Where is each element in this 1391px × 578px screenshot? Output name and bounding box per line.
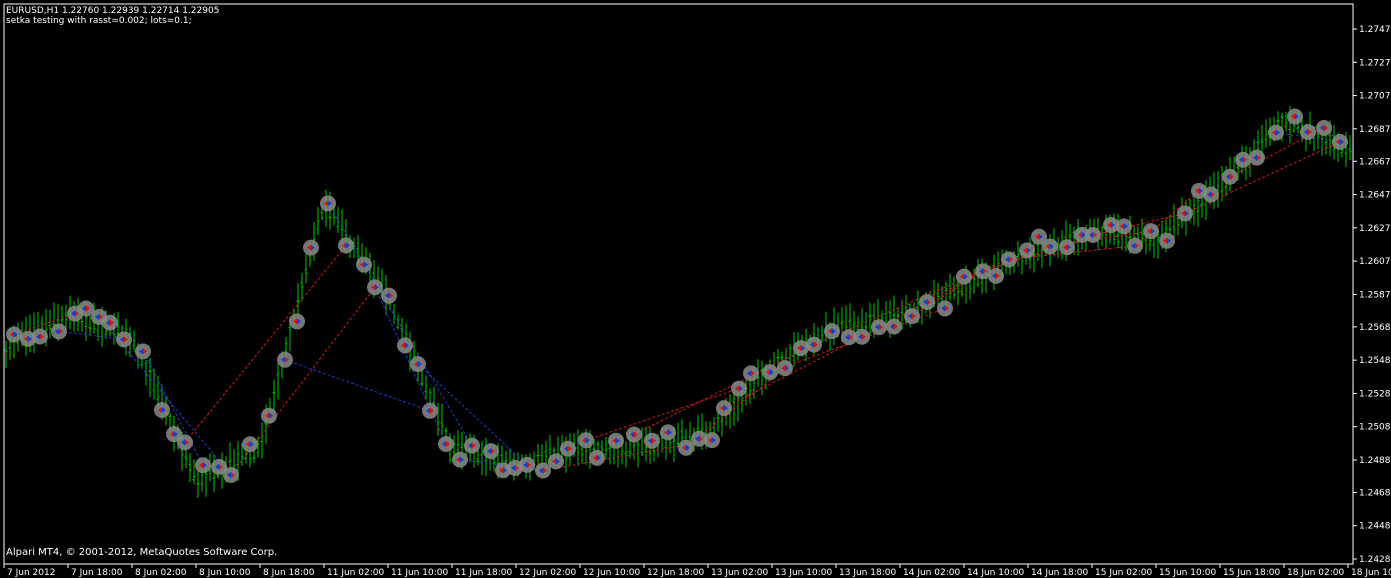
x-tick-label: 11 Jun 02:00 <box>327 568 384 578</box>
x-tick-label: 13 Jun 02:00 <box>711 568 768 578</box>
y-tick-label: 1.24685 <box>1359 488 1391 498</box>
order-link-line <box>633 344 815 435</box>
x-tick-label: 15 Jun 02:00 <box>1095 568 1152 578</box>
x-tick-label: 12 Jun 02:00 <box>519 568 576 578</box>
y-tick-label: 1.26075 <box>1359 257 1391 267</box>
x-tick-label: 12 Jun 18:00 <box>647 568 704 578</box>
x-tick-label: 14 Jun 02:00 <box>903 568 960 578</box>
chart-canvas[interactable]: 1.27470 1.27270 1.27070 1.26870 1.26675 1.264… <box>0 0 1391 578</box>
x-tick-label: 12 Jun 10:00 <box>583 568 640 578</box>
order-link-line <box>284 359 431 412</box>
y-tick-label: 1.27270 <box>1359 58 1391 68</box>
y-tick-label: 1.25280 <box>1359 389 1391 399</box>
order-link-line <box>142 351 204 466</box>
y-tick-label: 1.24485 <box>1359 522 1391 532</box>
y-tick-label: 1.24285 <box>1359 555 1391 565</box>
y-tick-label: 1.25480 <box>1359 356 1391 366</box>
x-tick-label: 7 Jun 18:00 <box>71 568 123 578</box>
copyright-text: Alpari MT4, © 2001-2012, MetaQuotes Soft… <box>6 547 278 558</box>
x-tick-label: 7 Jun 2012 <box>7 568 55 578</box>
y-tick-label: 1.25875 <box>1359 290 1391 300</box>
x-tick-label: 14 Jun 10:00 <box>967 568 1024 578</box>
y-tick-label: 1.26275 <box>1359 224 1391 234</box>
symbol-info: EURUSD,H1 1.22760 1.22939 1.22714 1.2290… <box>6 6 220 16</box>
x-tick-label: 8 Jun 10:00 <box>199 568 251 578</box>
y-tick-label: 1.25680 <box>1359 323 1391 333</box>
x-tick-label: 13 Jun 18:00 <box>839 568 896 578</box>
x-tick-label: 11 Jun 18:00 <box>455 568 512 578</box>
x-tick-label: 15 Jun 18:00 <box>1223 568 1280 578</box>
x-tick-label: 14 Jun 18:00 <box>1031 568 1088 578</box>
y-tick-label: 1.26675 <box>1359 157 1391 167</box>
y-tick-label: 1.26475 <box>1359 191 1391 201</box>
y-tick-label: 1.27070 <box>1359 92 1391 102</box>
x-tick-label: 18 Jun 02:00 <box>1287 568 1344 578</box>
expert-comment: setka testing with rasst=0.002; lots=0.1… <box>6 16 192 26</box>
x-tick-label: 15 Jun 10:00 <box>1159 568 1216 578</box>
x-tick-label: 8 Jun 18:00 <box>263 568 315 578</box>
x-tick-label: 8 Jun 02:00 <box>135 568 187 578</box>
y-tick-label: 1.26870 <box>1359 125 1391 135</box>
x-tick-label: 18 Jun 10: <box>1351 568 1391 578</box>
x-tick-label: 11 Jun 10:00 <box>391 568 448 578</box>
x-tick-label: 13 Jun 10:00 <box>775 568 832 578</box>
y-tick-label: 1.24880 <box>1359 456 1391 466</box>
price-chart[interactable]: 1.27470 1.27270 1.27070 1.26870 1.26675 1.264… <box>0 0 1391 578</box>
y-tick-label: 1.27470 <box>1359 25 1391 35</box>
y-tick-label: 1.25080 <box>1359 423 1391 433</box>
